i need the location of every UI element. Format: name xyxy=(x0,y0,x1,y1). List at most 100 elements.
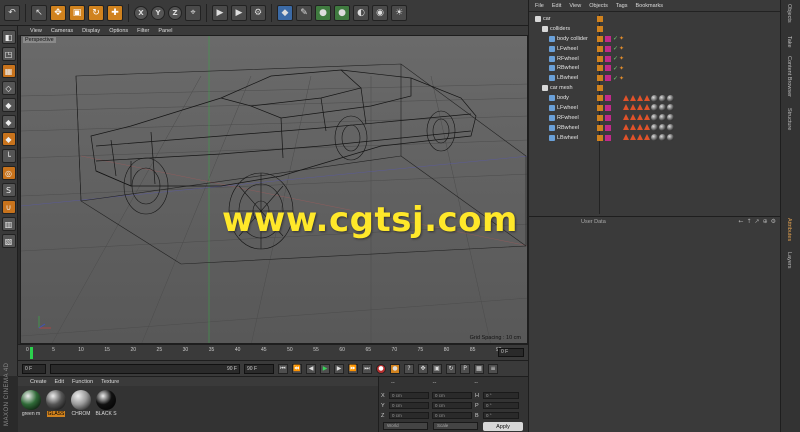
viewport-menu-cameras[interactable]: Cameras xyxy=(51,28,73,34)
selection-tag-icon[interactable] xyxy=(623,104,629,111)
render-view-icon[interactable]: ▶ xyxy=(212,4,228,21)
material-tag-icon[interactable] xyxy=(659,94,666,102)
material-tag-icon[interactable] xyxy=(651,94,658,102)
axis-mode-icon[interactable]: └ xyxy=(1,149,16,163)
material-item[interactable]: BLACK S xyxy=(95,390,117,417)
visibility-dots-icon[interactable] xyxy=(605,114,611,121)
enabled-check-icon[interactable]: ✓ xyxy=(613,45,618,52)
layer-color-swatch[interactable] xyxy=(597,55,603,62)
size-y-field[interactable]: 0 cm xyxy=(432,402,472,409)
object-row[interactable]: LBwheel xyxy=(529,133,781,143)
x-axis-button[interactable]: X xyxy=(134,5,148,20)
rotation-key-icon[interactable]: ↻ xyxy=(446,363,456,374)
move-icon[interactable]: ✥ xyxy=(50,4,66,21)
visibility-dots-icon[interactable] xyxy=(605,35,611,42)
om-menu-objects[interactable]: Objects xyxy=(589,3,608,9)
material-tag-icon[interactable] xyxy=(659,104,666,112)
material-item[interactable]: GLASS xyxy=(45,390,67,417)
visibility-dots-icon[interactable] xyxy=(605,55,611,62)
material-tag-icon[interactable] xyxy=(651,124,658,132)
edges-mode-icon[interactable]: ◆ xyxy=(1,115,16,129)
selection-tag-icon[interactable] xyxy=(644,94,650,101)
selection-tag-icon[interactable] xyxy=(623,134,629,141)
selection-tag-icon[interactable] xyxy=(630,134,636,141)
light-icon[interactable]: ☀ xyxy=(391,4,407,21)
selection-tag-icon[interactable] xyxy=(630,124,636,131)
scale-icon[interactable]: ▣ xyxy=(69,4,85,21)
dynamics-tag-icon[interactable]: ✦ xyxy=(619,35,624,42)
enabled-check-icon[interactable]: ✓ xyxy=(613,65,618,72)
tab-objects[interactable]: Objects xyxy=(786,4,792,23)
selection-tag-icon[interactable] xyxy=(623,114,629,121)
object-row[interactable]: car xyxy=(529,14,781,24)
selection-tag-icon[interactable] xyxy=(644,114,650,121)
settings-icon[interactable]: ⚙ xyxy=(771,218,776,225)
search-icon[interactable]: ⊕ xyxy=(763,218,768,225)
cube-icon[interactable]: ◆ xyxy=(277,4,293,21)
selection-tag-icon[interactable] xyxy=(637,104,643,111)
3d-viewport[interactable]: Perspective Grid Spacing : 10 cm xyxy=(20,35,528,344)
material-menu-texture[interactable]: Texture xyxy=(101,379,119,385)
preview-range-slider[interactable]: 90 F xyxy=(50,363,240,374)
layer-color-swatch[interactable] xyxy=(597,65,603,72)
tab-content-browser[interactable]: Content Browser xyxy=(786,56,792,97)
add-icon[interactable]: ✚ xyxy=(107,4,123,21)
selection-tag-icon[interactable] xyxy=(644,104,650,111)
rotation-p-field[interactable]: 0 ° xyxy=(483,402,519,409)
camera-icon[interactable]: ◉ xyxy=(372,4,388,21)
object-row[interactable]: LFwheel xyxy=(529,103,781,113)
visibility-dots-icon[interactable] xyxy=(605,75,611,82)
material-tag-icon[interactable] xyxy=(667,94,674,102)
play-icon[interactable]: ▶ xyxy=(320,363,330,374)
subdivision-icon[interactable]: ● xyxy=(315,4,331,21)
object-row[interactable]: body collider ✓ ✦ xyxy=(529,34,781,44)
autokey-icon[interactable]: ● xyxy=(390,363,400,374)
material-tag-icon[interactable] xyxy=(659,124,666,132)
material-tag-icon[interactable] xyxy=(667,124,674,132)
viewport-menu-filter[interactable]: Filter xyxy=(137,28,149,34)
material-tag-icon[interactable] xyxy=(667,104,674,112)
forward-arrow-icon[interactable]: ↗ xyxy=(755,218,760,225)
enabled-check-icon[interactable]: ✓ xyxy=(613,75,618,82)
layer-color-swatch[interactable] xyxy=(597,35,603,42)
selection-tag-icon[interactable] xyxy=(630,104,636,111)
deformer-icon[interactable]: ● xyxy=(334,4,350,21)
size-z-field[interactable]: 0 cm xyxy=(432,412,472,419)
magnet-icon[interactable]: ∪ xyxy=(1,200,16,214)
points-mode-icon[interactable]: ◆ xyxy=(1,98,16,112)
go-to-end-icon[interactable]: ⏭ xyxy=(362,363,372,374)
layer-color-swatch[interactable] xyxy=(597,95,603,102)
pointer-icon[interactable]: ↖ xyxy=(31,4,47,21)
next-key-icon[interactable]: ⏩ xyxy=(348,363,358,374)
om-menu-edit[interactable]: Edit xyxy=(552,3,561,9)
object-row[interactable]: RFwheel xyxy=(529,113,781,123)
visibility-dots-icon[interactable] xyxy=(605,134,611,141)
size-mode-select[interactable]: Scale xyxy=(433,422,478,430)
om-menu-bookmarks[interactable]: Bookmarks xyxy=(635,3,663,9)
selection-tag-icon[interactable] xyxy=(623,94,629,101)
visibility-dots-icon[interactable] xyxy=(605,65,611,72)
grid-icon[interactable]: ▥ xyxy=(1,217,16,231)
dynamics-tag-icon[interactable]: ✦ xyxy=(619,75,624,82)
material-tag-icon[interactable] xyxy=(659,114,666,122)
enabled-check-icon[interactable]: ✓ xyxy=(613,35,618,42)
rotation-b-field[interactable]: 0 ° xyxy=(483,412,519,419)
go-to-start-icon[interactable]: ⏮ xyxy=(278,363,288,374)
timeline-menu-icon[interactable]: ≡ xyxy=(488,363,498,374)
tab-layers[interactable]: Layers xyxy=(786,252,792,269)
z-axis-button[interactable]: Z xyxy=(168,5,182,20)
layer-color-swatch[interactable] xyxy=(597,85,603,92)
layer-color-swatch[interactable] xyxy=(597,104,603,111)
parameter-key-icon[interactable]: P xyxy=(460,363,470,374)
texture-mode-icon[interactable]: ▦ xyxy=(1,64,16,78)
size-x-field[interactable]: 0 cm xyxy=(432,392,472,399)
rotate-icon[interactable]: ↻ xyxy=(88,4,104,21)
y-axis-button[interactable]: Y xyxy=(151,5,165,20)
selection-tag-icon[interactable] xyxy=(644,134,650,141)
selection-tag-icon[interactable] xyxy=(630,114,636,121)
dynamics-tag-icon[interactable]: ✦ xyxy=(619,65,624,72)
attribute-mode-label[interactable]: User Data xyxy=(581,219,606,225)
keyframe-selection-icon[interactable]: ? xyxy=(404,363,414,374)
layer-color-swatch[interactable] xyxy=(597,134,603,141)
next-frame-icon[interactable]: ▶ xyxy=(334,363,344,374)
